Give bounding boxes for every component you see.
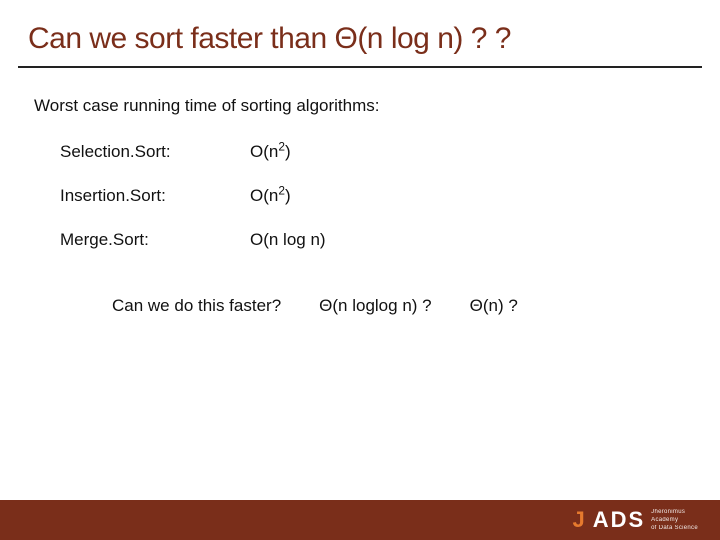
logo-sub-line: Academy xyxy=(651,517,678,523)
comp-suffix: ) xyxy=(285,142,291,161)
table-row: Selection.Sort: O(n2) xyxy=(60,142,686,162)
algo-name: Merge.Sort: xyxy=(60,230,250,250)
logo-sub-line: of Data Science xyxy=(651,525,698,531)
question-option: Θ(n loglog n) ? xyxy=(319,296,431,316)
algo-complexity: O(n2) xyxy=(250,142,291,162)
logo-sub-line: Jheronimus xyxy=(651,509,685,515)
algo-name: Insertion.Sort: xyxy=(60,186,250,206)
algo-complexity: O(n log n) xyxy=(250,230,326,250)
algo-complexity: O(n2) xyxy=(250,186,291,206)
slide-body: Worst case running time of sorting algor… xyxy=(0,68,720,316)
logo-rest: ADS xyxy=(593,507,645,533)
comp-prefix: O(n log n) xyxy=(250,230,326,249)
question-row: Can we do this faster? Θ(n loglog n) ? Θ… xyxy=(34,296,686,316)
table-row: Merge.Sort: O(n log n) xyxy=(60,230,686,250)
comp-prefix: O(n xyxy=(250,142,278,161)
question-option: Θ(n) ? xyxy=(470,296,518,316)
question-lead: Can we do this faster? xyxy=(112,296,281,316)
comp-sup: 2 xyxy=(278,139,285,153)
comp-prefix: O(n xyxy=(250,186,278,205)
logo-j: J xyxy=(572,507,586,533)
slide: Can we sort faster than Θ(n log n) ? ? W… xyxy=(0,0,720,540)
jads-logo: J ADS Jheronimus Academy of Data Science xyxy=(572,507,698,533)
comp-sup: 2 xyxy=(278,183,285,197)
page-title: Can we sort faster than Θ(n log n) ? ? xyxy=(0,0,720,66)
algorithm-table: Selection.Sort: O(n2) Insertion.Sort: O(… xyxy=(34,142,686,250)
table-row: Insertion.Sort: O(n2) xyxy=(60,186,686,206)
algo-name: Selection.Sort: xyxy=(60,142,250,162)
logo-subtitle: Jheronimus Academy of Data Science xyxy=(651,509,698,531)
footer-bar: J ADS Jheronimus Academy of Data Science xyxy=(0,500,720,540)
intro-text: Worst case running time of sorting algor… xyxy=(34,96,686,116)
comp-suffix: ) xyxy=(285,186,291,205)
